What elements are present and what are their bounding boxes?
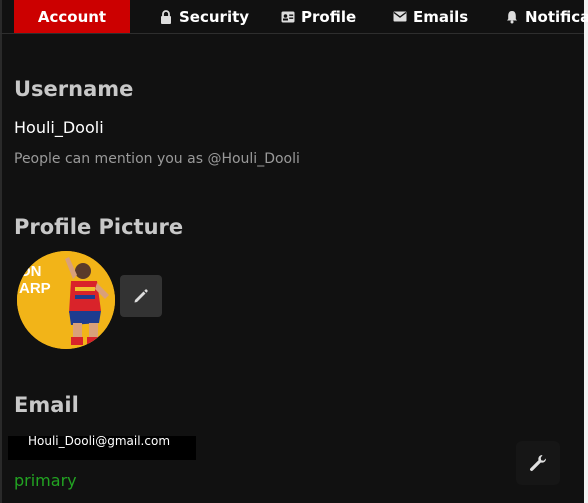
tab-emails[interactable]: Emails — [393, 0, 468, 33]
wrench-button[interactable] — [516, 441, 560, 485]
avatar-text-line1: ON — [19, 263, 42, 280]
edit-avatar-button[interactable] — [120, 275, 162, 317]
tab-security[interactable]: Security — [159, 0, 249, 33]
pencil-icon — [134, 289, 148, 303]
tab-notifications[interactable]: Notifications — [505, 0, 588, 33]
tab-profile-label: Profile — [301, 7, 357, 26]
email-heading: Email — [14, 393, 79, 417]
id-card-icon — [281, 10, 295, 24]
email-value: Houli_Dooli@gmail.com — [28, 434, 171, 448]
tab-account[interactable]: Account — [14, 0, 130, 33]
username-heading: Username — [14, 77, 134, 101]
tab-emails-label: Emails — [413, 7, 469, 26]
avatar: ON ARP — [17, 251, 115, 349]
scrollbar-track[interactable] — [584, 0, 588, 503]
envelope-icon — [393, 10, 407, 24]
tab-profile[interactable]: Profile — [281, 0, 356, 33]
mention-hint: People can mention you as @Houli_Dooli — [14, 151, 300, 167]
profile-picture-heading: Profile Picture — [14, 215, 184, 239]
tab-security-label: Security — [179, 7, 250, 26]
account-settings-page: Account Security Profile Emails Notifica… — [0, 0, 588, 503]
wrench-icon — [530, 454, 547, 471]
settings-tab-bar: Account Security Profile Emails Notifica — [0, 0, 588, 34]
avatar-text-line2: ARP — [19, 280, 51, 297]
lock-icon — [159, 9, 173, 24]
username-value: Houli_Dooli — [14, 118, 104, 137]
tab-account-label: Account — [37, 7, 107, 26]
tab-notifications-label: Notifications — [525, 7, 588, 26]
primary-email-badge: primary — [14, 471, 77, 490]
avatar-image: ON ARP — [17, 251, 115, 349]
left-border — [0, 0, 2, 503]
bell-icon — [505, 10, 519, 24]
